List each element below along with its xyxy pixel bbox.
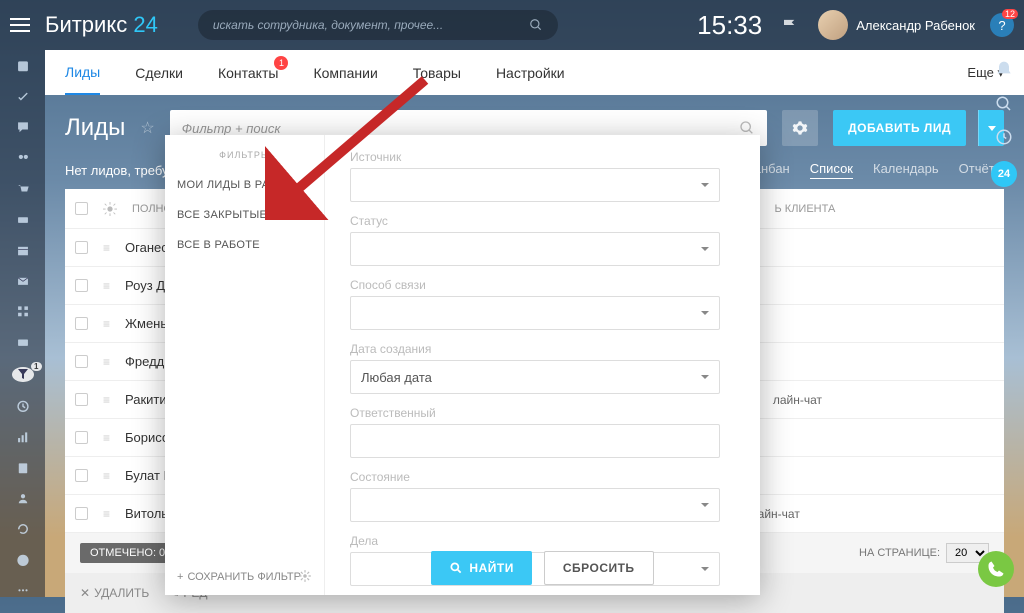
global-search[interactable]: искать сотрудника, документ, прочее... [198, 10, 558, 40]
page-title: Лиды [65, 114, 125, 142]
more-icon[interactable] [14, 584, 32, 597]
drag-handle[interactable]: ≡ [103, 355, 110, 369]
star-icon[interactable]: ☆ [140, 118, 154, 138]
refresh-icon[interactable] [14, 523, 32, 536]
crm-tabs: Лиды Сделки Контакты1 Компании Товары На… [45, 50, 1024, 95]
delete-action[interactable]: ✕ УДАЛИТЬ [80, 586, 149, 600]
label-status: Статус [350, 214, 720, 228]
call-button[interactable] [978, 551, 1014, 587]
tab-products[interactable]: Товары [413, 52, 461, 94]
calendar-icon[interactable] [14, 244, 32, 257]
groups-icon[interactable] [14, 152, 32, 165]
label-contact: Способ связи [350, 278, 720, 292]
settings-button[interactable] [782, 110, 818, 146]
row-checkbox[interactable] [75, 469, 88, 482]
view-calendar[interactable]: Календарь [873, 161, 939, 179]
feed-icon[interactable] [14, 60, 32, 73]
row-checkbox[interactable] [75, 431, 88, 444]
label-responsible: Ответственный [350, 406, 720, 420]
tasks-icon[interactable] [14, 91, 32, 104]
col-client[interactable]: Ь КЛИЕНТА [775, 203, 836, 215]
select-contact[interactable] [350, 296, 720, 330]
search-icon[interactable] [995, 95, 1013, 113]
select-status[interactable] [350, 232, 720, 266]
view-list[interactable]: Список [810, 161, 853, 179]
drive-icon[interactable] [14, 213, 32, 226]
tab-companies[interactable]: Компании [313, 52, 377, 94]
row-checkbox[interactable] [75, 279, 88, 292]
grid-gear-icon[interactable] [103, 202, 117, 216]
drag-handle[interactable]: ≡ [103, 393, 110, 407]
row-checkbox[interactable] [75, 507, 88, 520]
time-icon[interactable] [14, 400, 32, 413]
save-filter[interactable]: + СОХРАНИТЬ ФИЛЬТР [177, 571, 301, 583]
card-icon[interactable] [14, 336, 32, 349]
avatar[interactable] [818, 10, 848, 40]
row-checkbox[interactable] [75, 393, 88, 406]
label-state: Состояние [350, 470, 720, 484]
drag-handle[interactable]: ≡ [103, 507, 110, 521]
pager-label: НА СТРАНИЦЕ: [859, 547, 940, 559]
preset-my-leads[interactable]: МОИ ЛИДЫ В РАБОТ [165, 170, 324, 200]
tab-leads[interactable]: Лиды [65, 51, 100, 95]
clock: 15:33 [697, 10, 762, 41]
drag-handle[interactable]: ≡ [103, 279, 110, 293]
contacts-icon[interactable] [14, 462, 32, 475]
row-extra: лайн-чат [773, 393, 822, 407]
filter-presets-header: ФИЛЬТРЫ [165, 150, 324, 160]
preset-all-active[interactable]: ВСЕ В РАБОТЕ [165, 230, 324, 260]
logo[interactable]: Битрикс 24 [45, 12, 158, 38]
select-all-checkbox[interactable] [75, 202, 88, 215]
row-checkbox[interactable] [75, 317, 88, 330]
filter-gear-icon[interactable] [298, 569, 312, 583]
help-button[interactable]: ? [990, 13, 1014, 37]
row-checkbox[interactable] [75, 355, 88, 368]
tab-settings[interactable]: Настройки [496, 52, 565, 94]
gear-icon [792, 120, 808, 136]
search-icon [449, 561, 463, 575]
tab-contacts[interactable]: Контакты1 [218, 52, 278, 94]
apps-icon[interactable] [14, 305, 32, 318]
chart-icon[interactable] [14, 431, 32, 444]
user-icon[interactable] [14, 492, 32, 505]
b24-badge[interactable]: 24 [991, 161, 1017, 187]
cart-icon[interactable] [14, 183, 32, 196]
crm-icon[interactable] [12, 367, 34, 383]
search-icon [529, 18, 543, 32]
select-state[interactable] [350, 488, 720, 522]
check-icon[interactable] [14, 554, 32, 567]
tab-deals[interactable]: Сделки [135, 52, 183, 94]
add-lead-button[interactable]: ДОБАВИТЬ ЛИД [833, 110, 966, 146]
clock-icon[interactable] [995, 128, 1013, 146]
filter-panel: ФИЛЬТРЫ МОИ ЛИДЫ В РАБОТ ВСЕ ЗАКРЫТЫЕ ВС… [165, 135, 760, 595]
bell-icon[interactable] [994, 60, 1014, 80]
username[interactable]: Александр Рабенок [856, 18, 975, 33]
find-button[interactable]: НАЙТИ [431, 551, 531, 585]
select-created[interactable]: Любая дата [350, 360, 720, 394]
input-responsible[interactable] [350, 424, 720, 458]
flag-icon[interactable] [782, 19, 798, 31]
search-placeholder: искать сотрудника, документ, прочее... [213, 18, 443, 32]
drag-handle[interactable]: ≡ [103, 469, 110, 483]
chat-icon[interactable] [14, 121, 32, 134]
mail-icon[interactable] [14, 275, 32, 288]
drag-handle[interactable]: ≡ [103, 431, 110, 445]
phone-icon [987, 560, 1005, 578]
menu-toggle[interactable] [10, 18, 30, 32]
label-deals: Дела [350, 534, 720, 548]
label-created: Дата создания [350, 342, 720, 356]
drag-handle[interactable]: ≡ [103, 241, 110, 255]
row-checkbox[interactable] [75, 241, 88, 254]
reset-button[interactable]: СБРОСИТЬ [544, 551, 654, 585]
search-icon [739, 120, 755, 136]
preset-all-closed[interactable]: ВСЕ ЗАКРЫТЫЕ [165, 200, 324, 230]
drag-handle[interactable]: ≡ [103, 317, 110, 331]
label-source: Источник [350, 150, 720, 164]
select-source[interactable] [350, 168, 720, 202]
